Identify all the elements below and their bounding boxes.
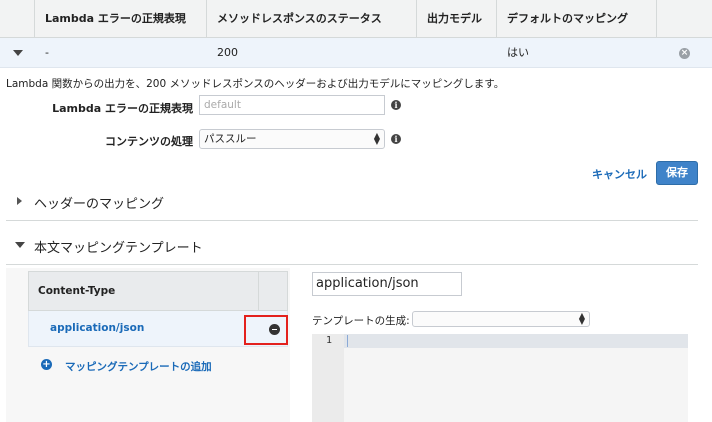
response-row[interactable]: - 200 はい × [0,38,712,68]
regex-input[interactable]: default [199,95,385,115]
remove-response-icon[interactable]: × [679,48,690,59]
active-line-highlight [312,334,688,348]
header-mapping-toggle[interactable]: ヘッダーのマッピング [34,193,164,212]
collapse-caret-icon[interactable] [13,50,23,56]
regex-info-icon[interactable]: i [391,100,401,110]
content-handling-select[interactable]: パススルー ▲ ▼ [199,129,385,149]
cancel-button[interactable]: キャンセル [592,166,647,182]
line-gutter [312,334,344,422]
content-type-column: Content-Type [38,285,116,297]
line-number: 1 [326,335,333,346]
regex-label: Lambda エラーの正規表現 [52,102,193,115]
row-default: はい [507,46,529,59]
generate-template-label: テンプレートの生成: [312,315,410,327]
divider [6,220,698,221]
row-status: 200 [217,46,238,59]
content-handling-value: パススルー [204,133,257,145]
add-template-link[interactable]: マッピングテンプレートの追加 [65,359,212,374]
mapping-description: Lambda 関数からの出力を、200 メソッドレスポンスのヘッダーおよび出力モ… [6,78,505,90]
save-button[interactable]: 保存 [656,161,698,185]
content-type-input[interactable]: application/json [312,272,462,296]
header-spacer [0,0,35,38]
body-template-toggle[interactable]: 本文マッピングテンプレート [34,237,203,256]
select-arrows-icon: ▲ ▼ [578,311,585,326]
header-col-default[interactable]: デフォルトのマッピング [497,0,657,38]
collapse-body-caret-icon[interactable] [15,242,25,248]
header-col-regex[interactable]: Lambda エラーの正規表現 [35,0,207,38]
header-col-model[interactable]: 出力モデル [417,0,497,38]
generate-template-select[interactable]: ▲ ▼ [412,311,590,327]
template-item-label[interactable]: application/json [50,322,144,334]
header-col-status[interactable]: メソッドレスポンスのステータス [207,0,417,38]
column-divider [258,272,259,310]
content-type-header: Content-Type [28,271,288,311]
content-info-icon[interactable]: i [391,134,401,144]
row-regex: - [45,46,49,59]
remove-template-icon[interactable] [269,324,280,335]
expand-caret-icon[interactable] [17,197,22,205]
content-handling-label: コンテンツの処理 [105,135,193,148]
divider [6,264,698,265]
select-arrows-icon: ▲ ▼ [373,131,380,146]
response-table-header: Lambda エラーの正規表現 メソッドレスポンスのステータス 出力モデル デフ… [0,0,712,38]
highlight-box [244,315,288,345]
add-template-icon[interactable]: + [41,359,52,370]
text-cursor [347,335,348,347]
